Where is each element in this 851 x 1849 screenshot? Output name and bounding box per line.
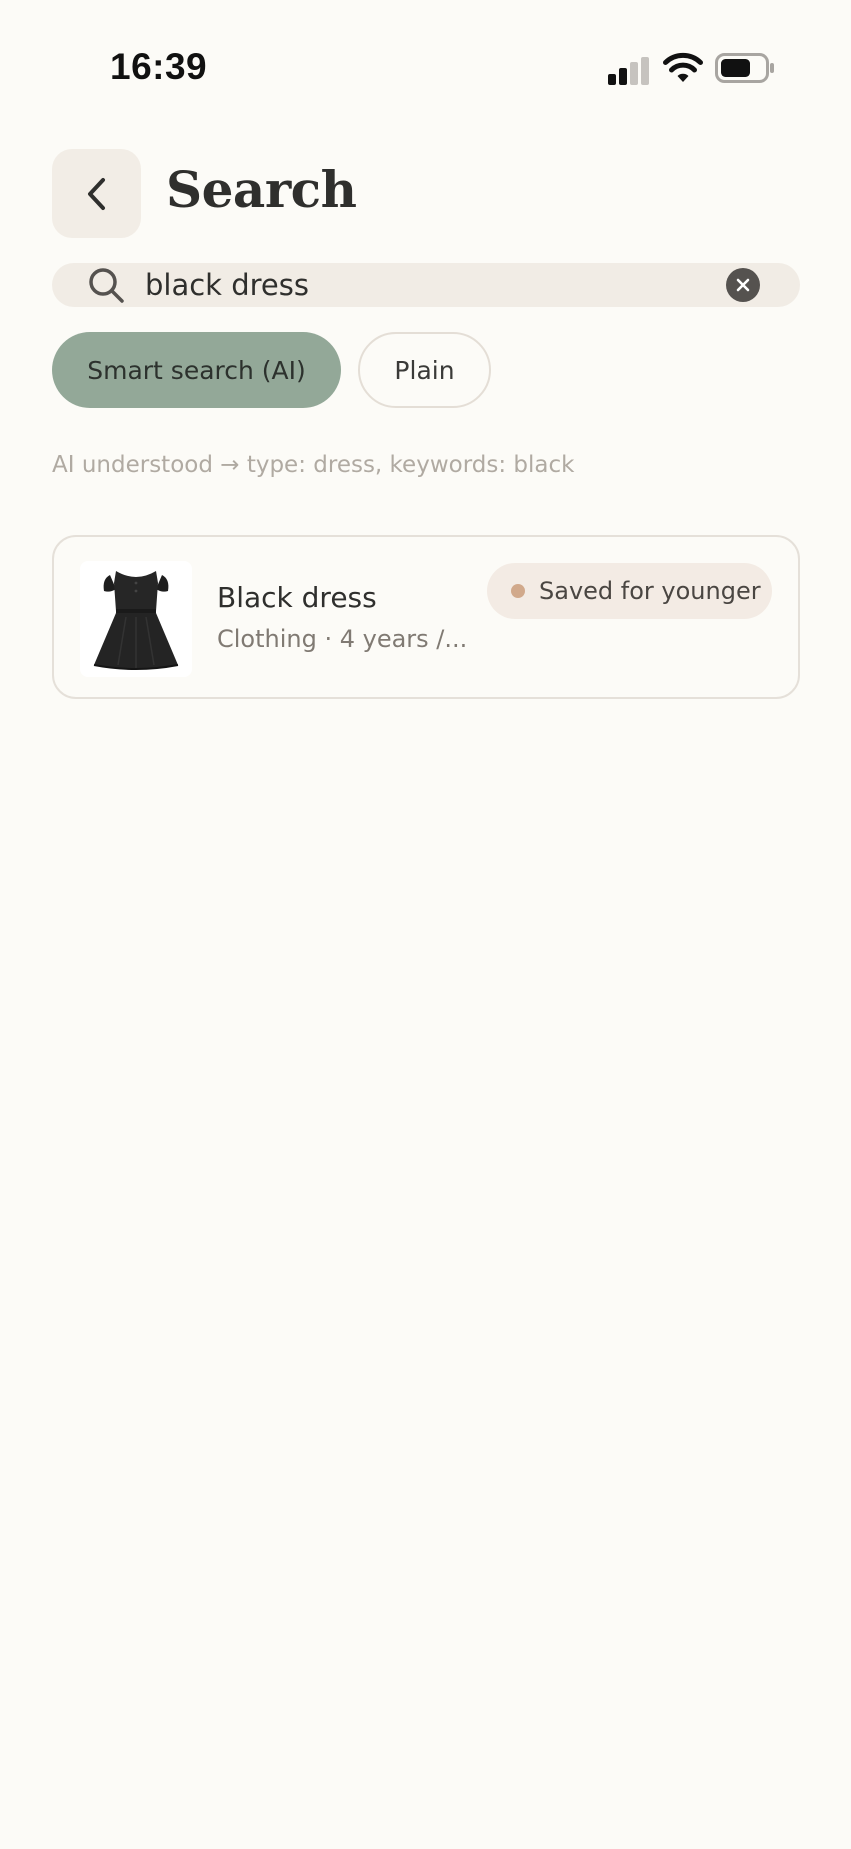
status-badge-label: Saved for younger — [539, 577, 761, 605]
search-screen: 16:39 Search black dress Smart search (A… — [0, 0, 851, 1849]
status-dot — [511, 584, 525, 598]
chevron-left-icon — [87, 177, 105, 210]
status-time: 16:39 — [110, 46, 208, 87]
clear-search-button[interactable] — [726, 268, 760, 302]
item-title: Black dress — [217, 581, 377, 614]
wifi-icon — [663, 52, 703, 82]
status-bar: 16:39 — [0, 0, 851, 140]
item-subtitle: Clothing · 4 years /... — [217, 625, 468, 653]
black-dress-image — [93, 571, 179, 670]
result-card[interactable]: Black dress Clothing · 4 years /... Save… — [52, 535, 800, 699]
back-button[interactable] — [52, 149, 141, 238]
smart-search-toggle[interactable]: Smart search (AI) — [52, 332, 341, 408]
item-thumbnail — [80, 561, 192, 677]
battery-icon — [715, 53, 774, 83]
search-icon — [89, 268, 124, 303]
search-input[interactable] — [145, 263, 745, 307]
page-title: Search — [166, 160, 357, 219]
cellular-signal-icon — [608, 57, 649, 85]
plain-search-toggle[interactable]: Plain — [358, 332, 491, 408]
ai-interpretation-text: AI understood → type: dress, keywords: b… — [52, 452, 575, 478]
search-bar[interactable] — [52, 263, 800, 307]
status-badge: Saved for younger — [487, 563, 772, 619]
clear-icon — [736, 278, 750, 292]
